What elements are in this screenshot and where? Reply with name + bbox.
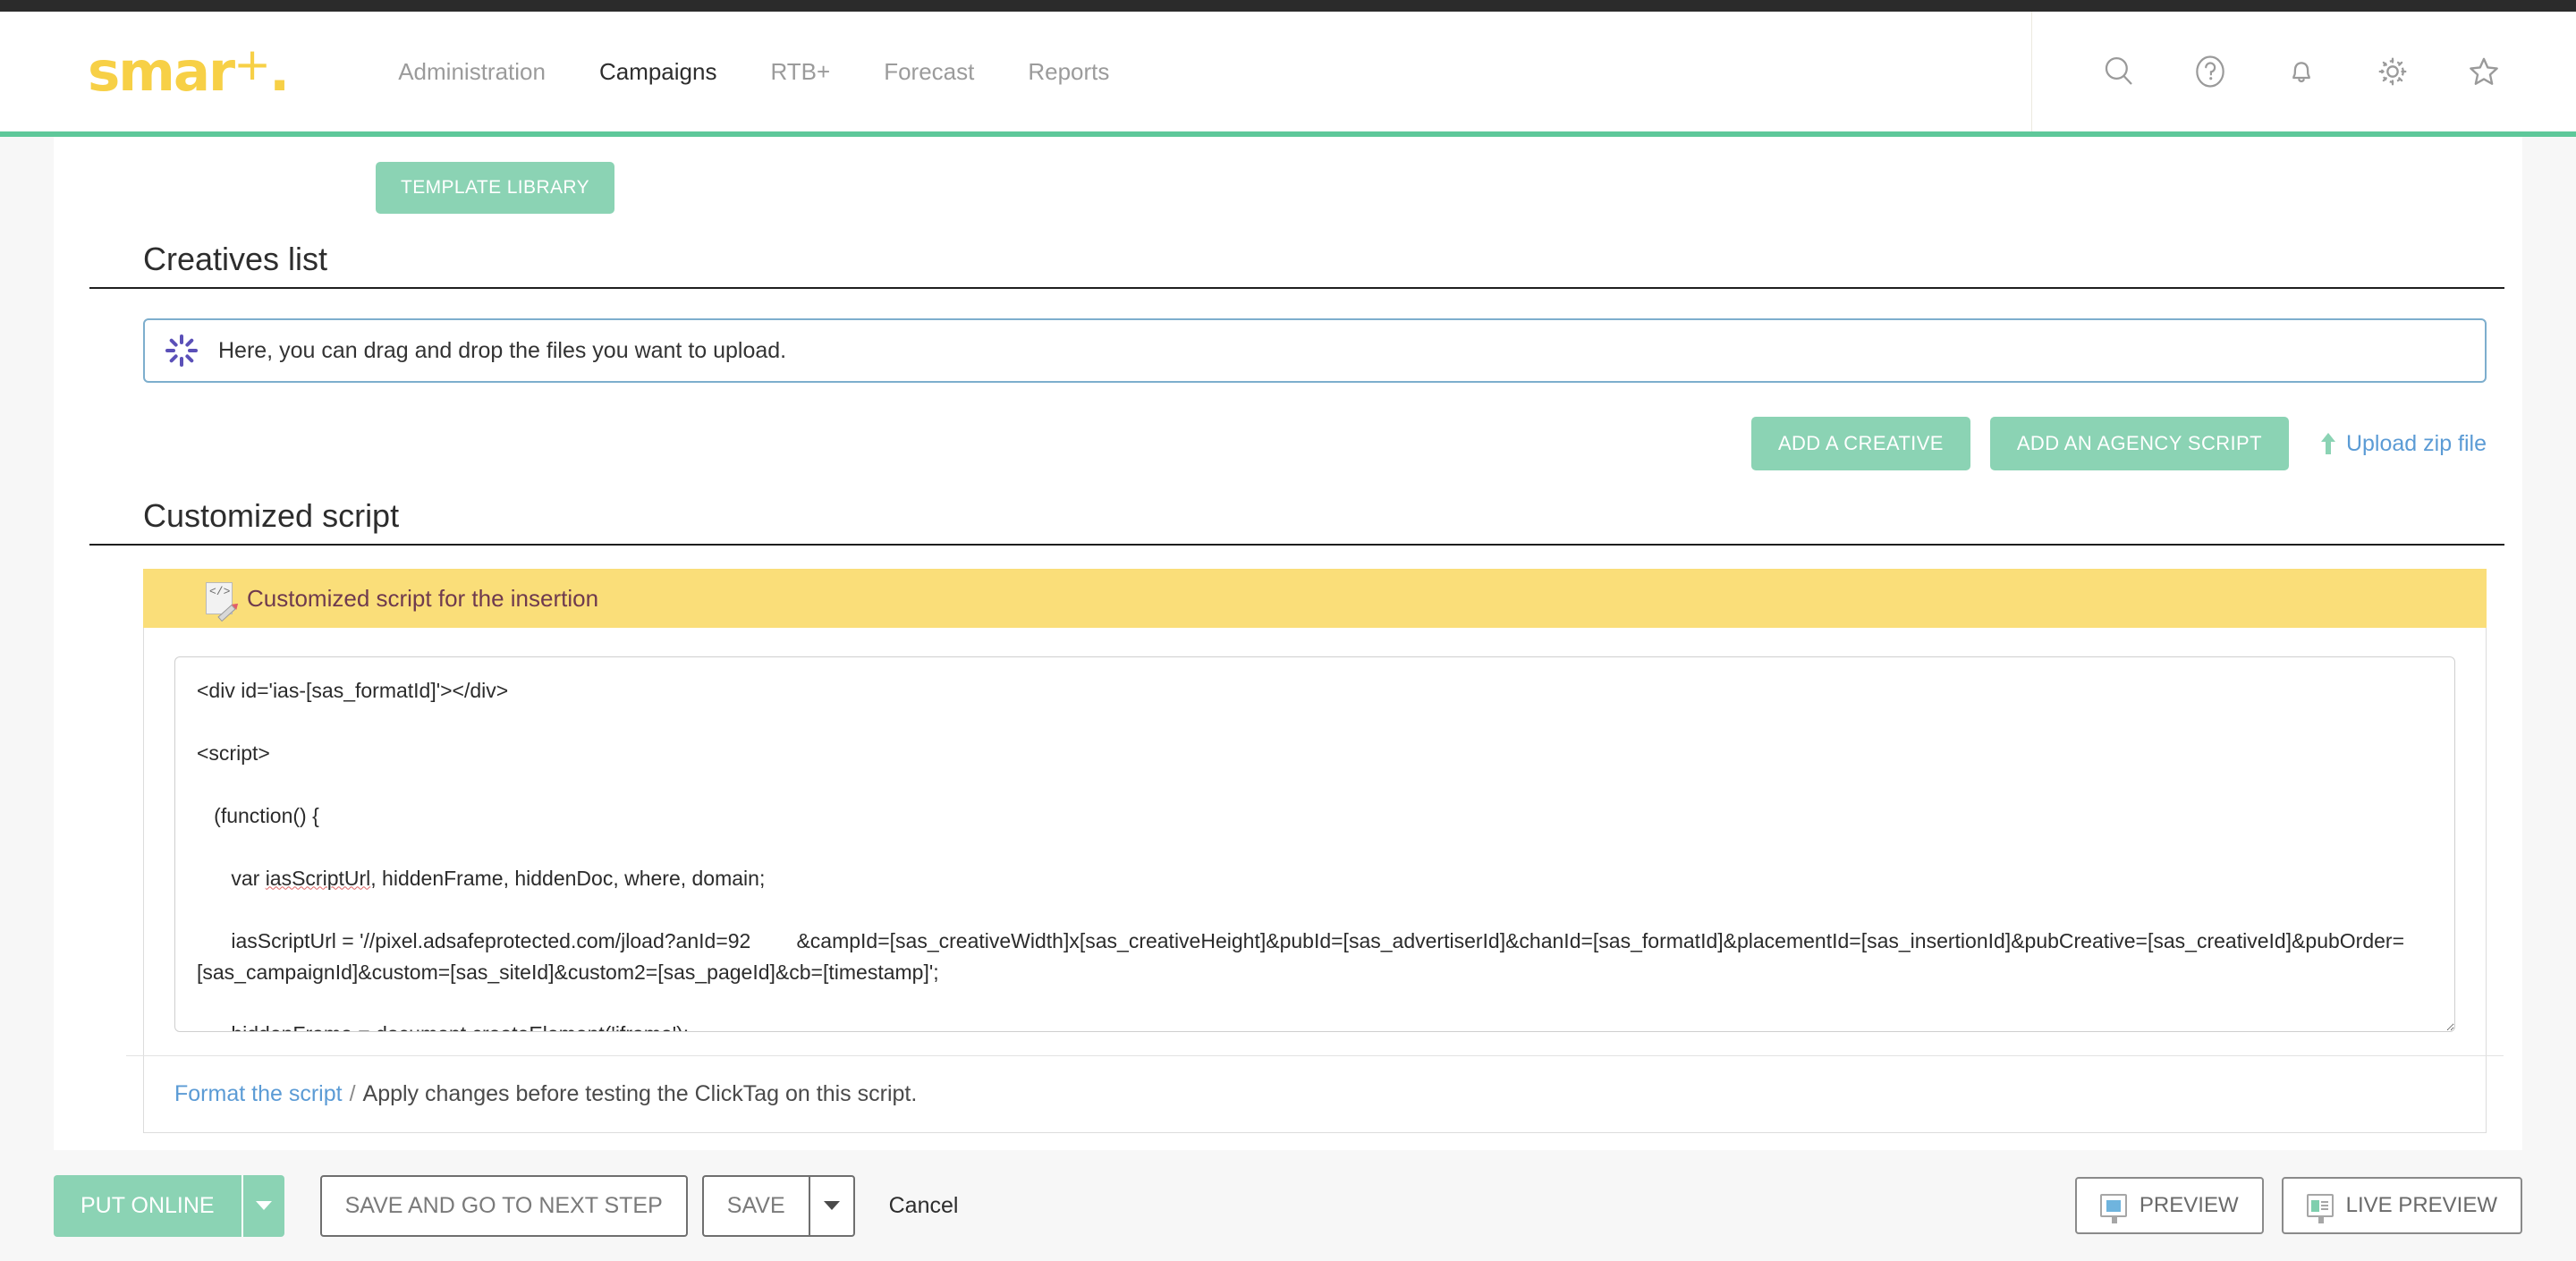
preview-button[interactable]: PREVIEW xyxy=(2074,1177,2264,1234)
code-line: <script> xyxy=(197,741,270,765)
page-body: TEMPLATE LIBRARY Creatives list Here, yo… xyxy=(0,137,2576,1261)
form-action-bar: PUT ONLINE SAVE AND GO TO NEXT STEP SAVE… xyxy=(0,1150,2576,1261)
customized-script-footer: Format the script / Apply changes before t… xyxy=(126,1055,2504,1132)
template-library-row: TEMPLATE LIBRARY xyxy=(72,137,2504,214)
upload-zip-file-label: Upload zip file xyxy=(2345,430,2487,456)
settings-icon[interactable] xyxy=(2347,52,2438,91)
header-icon-group xyxy=(2031,12,2576,131)
upload-zip-file-link[interactable]: Upload zip file xyxy=(2320,430,2487,457)
creative-form-card: TEMPLATE LIBRARY Creatives list Here, yo… xyxy=(54,137,2522,1150)
customized-script-title: Customized script xyxy=(89,497,2504,546)
nav-item-forecast[interactable]: Forecast xyxy=(857,58,1001,86)
chevron-down-icon xyxy=(255,1201,272,1210)
dropzone-label: Here, you can drag and drop the files yo… xyxy=(218,337,787,363)
preview-button-group: PREVIEW LIVE PREVIEW xyxy=(2074,1177,2522,1234)
customized-script-footer-note: Apply changes before testing the ClickTa… xyxy=(362,1081,918,1106)
customized-script-textarea[interactable]: <div id='ias-[sas_formatId]'></div> <scr… xyxy=(174,656,2455,1032)
nav-item-campaigns[interactable]: Campaigns xyxy=(572,58,744,86)
notifications-icon[interactable] xyxy=(2256,53,2347,90)
customized-script-banner: </> Customized script for the insertion xyxy=(143,569,2487,628)
monitor-icon xyxy=(2099,1194,2127,1223)
upload-arrow-icon xyxy=(2320,433,2335,454)
add-agency-script-button[interactable]: ADD AN AGENCY SCRIPT xyxy=(1989,417,2289,470)
logo-text: smar xyxy=(88,39,235,104)
creative-dropzone[interactable]: Here, you can drag and drop the files yo… xyxy=(143,318,2487,383)
live-preview-button[interactable]: LIVE PREVIEW xyxy=(2281,1177,2522,1234)
creative-actions-row: ADD A CREATIVE ADD AN AGENCY SCRIPT Uplo… xyxy=(72,417,2487,470)
code-line: hiddenFrame = document.createElement('if… xyxy=(197,1019,2433,1031)
nav-item-rtb-plus[interactable]: RTB+ xyxy=(743,58,857,86)
template-library-button[interactable]: TEMPLATE LIBRARY xyxy=(376,162,615,214)
code-line: var iasScriptUrl, hiddenFrame, hiddenDoc… xyxy=(197,866,766,890)
main-navigation: Administration Campaigns RTB+ Forecast R… xyxy=(371,58,1136,86)
footer-separator: / xyxy=(349,1081,356,1106)
nav-item-administration[interactable]: Administration xyxy=(371,58,572,86)
chevron-down-icon xyxy=(823,1201,840,1210)
smart-logo[interactable]: smar+. xyxy=(88,42,290,99)
customized-script-panel: </> Customized script for the insertion … xyxy=(126,569,2504,1133)
help-icon[interactable] xyxy=(2165,52,2256,91)
creatives-list-title: Creatives list xyxy=(89,241,2504,289)
put-online-split-button: PUT ONLINE xyxy=(54,1174,284,1237)
add-creative-button[interactable]: ADD A CREATIVE xyxy=(1750,417,1970,470)
code-line: (function() { xyxy=(197,803,319,827)
spellcheck-token: iasScriptUrl xyxy=(265,866,371,890)
customized-script-body: <div id='ias-[sas_formatId]'></div> <scr… xyxy=(144,628,2486,1055)
app-header: smar+. Administration Campaigns RTB+ For… xyxy=(0,12,2576,137)
logo-dot: . xyxy=(269,39,290,104)
put-online-button[interactable]: PUT ONLINE xyxy=(54,1174,242,1237)
cancel-link[interactable]: Cancel xyxy=(889,1193,959,1219)
browser-chrome-strip xyxy=(0,0,2576,12)
code-line: <div id='ias-[sas_formatId]'></div> xyxy=(197,679,509,702)
loading-spinner-icon xyxy=(165,334,199,368)
favorites-icon[interactable] xyxy=(2438,52,2529,91)
nav-item-reports[interactable]: Reports xyxy=(1001,58,1136,86)
save-dropdown-toggle[interactable] xyxy=(808,1174,855,1237)
monitor-list-icon xyxy=(2306,1194,2334,1223)
edit-code-document-icon: </> xyxy=(206,582,236,622)
preview-button-label: PREVIEW xyxy=(2139,1193,2239,1217)
format-the-script-link[interactable]: Format the script xyxy=(174,1081,343,1106)
save-button[interactable]: SAVE xyxy=(701,1174,809,1237)
save-and-go-to-next-step-button[interactable]: SAVE AND GO TO NEXT STEP xyxy=(319,1174,688,1237)
search-icon[interactable] xyxy=(2073,53,2165,90)
code-line: iasScriptUrl = '//pixel.adsafeprotected.… xyxy=(197,928,2404,984)
logo-plus: + xyxy=(233,38,271,90)
put-online-dropdown-toggle[interactable] xyxy=(241,1174,284,1237)
live-preview-button-label: LIVE PREVIEW xyxy=(2345,1193,2497,1217)
customized-script-banner-label: Customized script for the insertion xyxy=(247,584,599,612)
save-split-button: SAVE xyxy=(701,1174,855,1237)
